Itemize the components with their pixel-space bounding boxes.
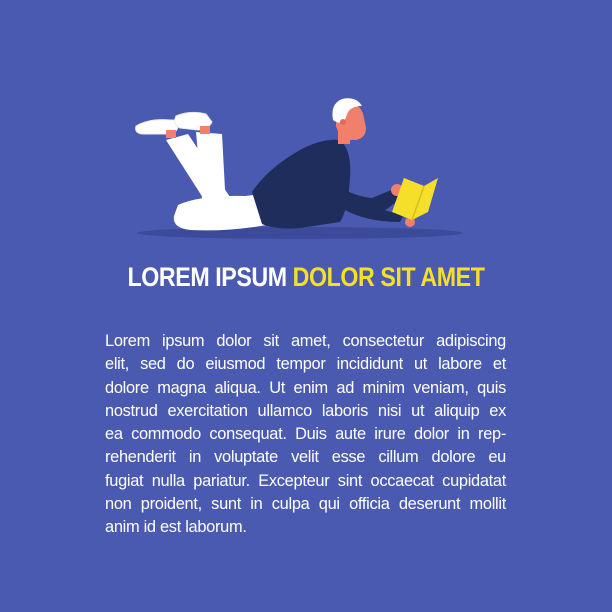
body-line: rehenderit in voluptate velit esse cillu… bbox=[105, 448, 506, 467]
ankle bbox=[166, 130, 176, 138]
title-part-white: LOREM IPSUM bbox=[127, 262, 288, 292]
body-paragraph: Lorem ipsum dolor sit amet, consectetur … bbox=[105, 330, 506, 540]
body-line: dolore magna aliqua. Ut enim ad minim ve… bbox=[105, 378, 506, 397]
body-line: Lorem ipsum dolor sit amet, consectetur … bbox=[105, 332, 506, 350]
legs bbox=[166, 132, 272, 231]
title-part-yellow: DOLOR SIT AMET bbox=[292, 262, 485, 292]
body-line: anim id est laborum. bbox=[105, 518, 247, 537]
person-reading-illustration bbox=[135, 98, 463, 239]
ear bbox=[340, 119, 346, 125]
body-line: nostrud exercitation ullamco laboris nis… bbox=[105, 401, 506, 420]
torso bbox=[252, 139, 351, 229]
book-icon bbox=[392, 178, 438, 221]
body-line: elit, sed do eiusmod tempor incididunt u… bbox=[105, 355, 506, 374]
page-title: LOREM IPSUM DOLOR SIT AMET bbox=[43, 262, 569, 293]
ankle bbox=[200, 126, 210, 134]
body-line: ea commodo consequat. Duis aute irure do… bbox=[105, 425, 506, 444]
body-line: non proident, sunt in culpa qui officia … bbox=[105, 495, 506, 514]
body-line: fugiat nulla pariatur. Excepteur sint oc… bbox=[105, 471, 506, 490]
